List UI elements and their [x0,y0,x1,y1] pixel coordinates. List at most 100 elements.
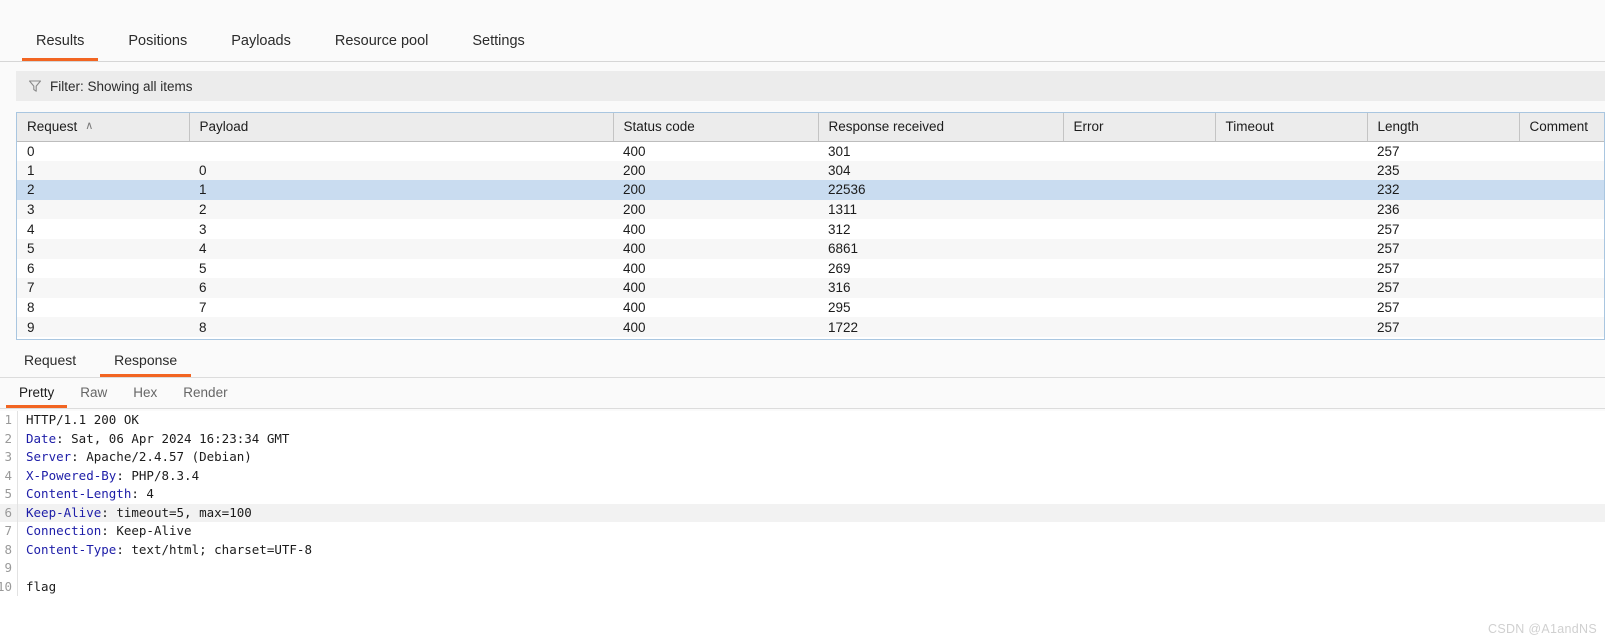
table-row[interactable]: 0 400 301 257 [17,141,1604,161]
table-row[interactable]: 6 5 400 269 257 [17,258,1604,279]
cell-timeout [1215,317,1367,337]
http-header-value: : Sat, 06 Apr 2024 16:23:34 GMT [56,430,290,446]
cell-error [1063,180,1215,200]
http-header-value: : PHP/8.3.4 [116,467,200,483]
cell-error [1063,219,1215,239]
line-number: 2 [0,429,18,448]
filter-bar[interactable]: Filter: Showing all items [16,71,1605,101]
column-header-payload[interactable]: Payload [189,113,614,142]
http-header-name: X-Powered-By [26,467,117,483]
cell-comment [1519,219,1604,239]
column-header-request[interactable]: Request ∧ [17,113,190,142]
cell-error [1063,238,1215,259]
cell-length: 236 [1367,199,1519,220]
column-header-comment[interactable]: Comment [1519,113,1604,142]
cell-status: 400 [613,317,818,337]
table-row[interactable]: 8 7 400 295 257 [17,297,1604,318]
table-row[interactable]: 5 4 400 6861 257 [17,238,1604,259]
view-tab-raw[interactable]: Raw [67,385,120,408]
column-header-status-code[interactable]: Status code [613,113,819,142]
view-tab-render[interactable]: Render [170,385,240,408]
cell-comment [1519,317,1604,337]
cell-timeout [1215,219,1367,239]
cell-error [1063,141,1215,161]
cell-length: 232 [1367,180,1519,200]
results-table: Request ∧ Payload Status code Response recei… [17,113,1604,337]
view-tab-pretty[interactable]: Pretty [6,385,68,408]
cell-request: 5 [17,238,189,259]
cell-request: 3 [17,199,189,220]
filter-status-text: Filter: Showing all items [50,78,193,94]
code-line-text: Date: Sat, 06 Apr 2024 16:23:34 GMT [18,430,289,449]
http-header-name: Server [26,449,72,464]
cell-length: 257 [1367,141,1519,161]
cell-timeout [1215,238,1367,259]
cell-timeout [1215,141,1367,161]
table-row[interactable]: 4 3 400 312 257 [17,219,1604,239]
cell-comment [1519,199,1604,220]
cell-status: 200 [613,180,818,200]
table-row[interactable]: 1 0 200 304 235 [17,160,1604,181]
cell-response-received: 301 [818,141,1063,161]
table-row[interactable]: 2 1 200 22536 232 [17,180,1604,200]
http-header-name: Date [26,430,57,446]
response-body-editor[interactable]: 1 HTTP/1.1 200 OK 2 Date: Sat, 06 Apr 2024 … [0,411,1605,644]
tab-results[interactable]: Results [22,33,99,61]
view-tab-hex[interactable]: Hex [120,385,170,408]
tab-resource-pool[interactable]: Resource pool [321,33,443,61]
line-number: 9 [0,559,18,578]
code-line: 10 flag [0,577,1605,596]
cell-length: 257 [1367,297,1519,318]
line-number: 1 [0,411,18,430]
column-header-label: Length [1377,119,1419,135]
cell-payload [189,141,613,161]
column-header-response-received[interactable]: Response received [818,113,1064,142]
funnel-icon [28,80,42,92]
cell-payload: 8 [189,317,613,337]
cell-payload: 6 [189,278,613,298]
cell-response-received: 1311 [818,199,1063,220]
code-line: 4 X-Powered-By: PHP/8.3.4 [0,466,1605,485]
tab-settings[interactable]: Settings [458,33,538,61]
column-header-label: Payload [199,119,249,135]
column-header-timeout[interactable]: Timeout [1215,113,1368,142]
table-row[interactable]: 3 2 200 1311 236 [17,199,1604,220]
column-header-label: Status code [623,119,695,135]
cell-length: 235 [1367,160,1519,181]
cell-status: 400 [613,141,818,161]
cell-request: 4 [17,219,189,239]
cell-request: 9 [17,317,189,337]
cell-timeout [1215,199,1367,220]
cell-payload: 1 [189,180,613,200]
code-line: 2 Date: Sat, 06 Apr 2024 16:23:34 GMT [0,429,1605,449]
http-header-value: : timeout=5, max=100 [101,504,252,520]
cell-comment [1519,141,1604,161]
column-header-label: Request [27,119,78,135]
table-row[interactable]: 9 8 400 1722 257 [17,317,1604,337]
results-table-header: Request ∧ Payload Status code Response recei… [17,113,1604,142]
burp-intruder-attack-window: Results Positions Payloads Resource pool Set… [0,0,1605,644]
line-number: 8 [0,540,18,559]
cell-request: 6 [17,258,189,279]
line-number: 4 [0,466,18,485]
cell-request: 8 [17,297,189,318]
line-number: 7 [0,522,18,541]
cell-response-received: 269 [818,258,1063,279]
column-header-error[interactable]: Error [1063,113,1216,142]
message-tab-request[interactable]: Request [10,352,90,377]
results-table-container[interactable]: Request ∧ Payload Status code Response recei… [16,112,1605,340]
message-tab-bar: Request Response [0,348,1605,378]
tab-positions[interactable]: Positions [114,33,201,61]
cell-request: 2 [17,180,189,200]
http-header-name: Keep-Alive [26,504,102,520]
code-line: 6 Keep-Alive: timeout=5, max=100 [0,503,1605,522]
column-header-length[interactable]: Length [1367,113,1520,142]
code-line: 5 Content-Length: 4 [0,485,1605,504]
table-row[interactable]: 7 6 400 316 257 [17,278,1604,298]
cell-comment [1519,238,1604,259]
tab-payloads[interactable]: Payloads [217,33,305,61]
table-header-row: Request ∧ Payload Status code Response recei… [17,113,1604,142]
cell-timeout [1215,297,1367,318]
message-tab-response[interactable]: Response [100,352,192,377]
code-line-text: HTTP/1.1 200 OK [18,411,139,430]
